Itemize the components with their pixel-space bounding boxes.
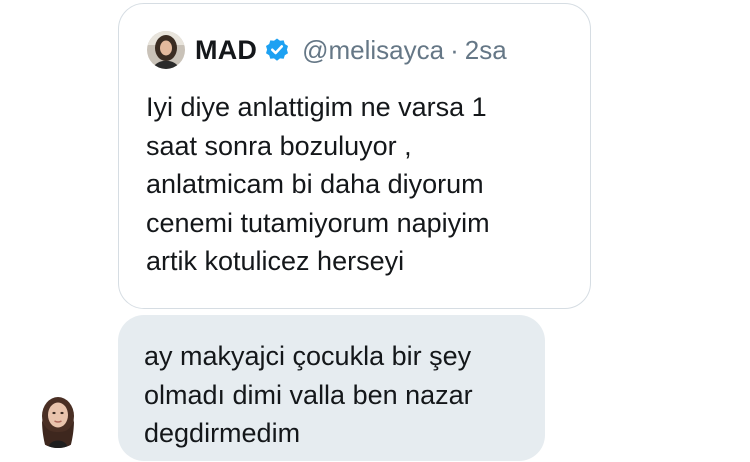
message-bubble: ay makyajci çocukla bir şey olmadı dimi … [118,315,545,461]
separator-dot: · [450,34,459,65]
display-name[interactable]: MAD [195,35,257,66]
verified-badge-icon [264,37,290,63]
quoted-tweet-text: Iyi diye anlattigim ne varsa 1 saat sonr… [146,92,490,276]
quoted-tweet-header: MAD @melisayca · 2sa [147,30,507,70]
profile-photo-icon[interactable] [147,31,185,69]
timestamp: 2sa [464,34,507,65]
profile-photo-icon[interactable] [30,392,86,448]
user-handle[interactable]: @melisayca [302,35,444,66]
quoted-tweet-card[interactable]: MAD @melisayca · 2sa Iyi diye anlattigim… [118,3,591,309]
